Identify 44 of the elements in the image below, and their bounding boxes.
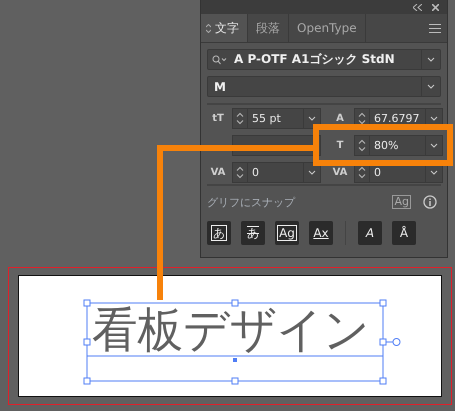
resize-handle[interactable] [380, 300, 386, 306]
field-icon: T [329, 140, 351, 151]
field-icon: VA [207, 167, 229, 178]
panel-tab[interactable]: 文字 [201, 14, 248, 42]
info-icon[interactable] [423, 195, 437, 209]
chevron-icon[interactable] [430, 170, 438, 175]
search-icon [212, 54, 228, 64]
field-icon: VA [329, 167, 351, 178]
resize-handle[interactable] [380, 338, 386, 346]
resize-handle[interactable] [380, 378, 386, 384]
number-field[interactable]: 0 [232, 162, 321, 183]
snap-label: グリフにスナップ [207, 194, 296, 210]
resize-handle[interactable] [84, 300, 90, 306]
resize-handle[interactable] [232, 300, 238, 306]
collapse-icon[interactable] [413, 4, 422, 10]
connector-handle[interactable] [386, 338, 400, 346]
glyph-button[interactable]: Ag [275, 221, 299, 245]
chevron-icon [427, 57, 435, 62]
chevron-icon[interactable] [430, 116, 438, 121]
number-field[interactable]: 80% [354, 135, 443, 156]
panel-tab[interactable]: 段落 [248, 14, 289, 42]
panel-tab[interactable]: OpenType [289, 14, 366, 42]
chevron-icon[interactable] [430, 143, 438, 148]
font-style-dropdown[interactable]: M [207, 76, 441, 97]
artboard-text: 看板デザイン [92, 307, 370, 353]
glyph-button[interactable]: Å [392, 221, 416, 245]
updown-arrows-icon [206, 24, 211, 32]
chevron-icon[interactable] [308, 170, 316, 175]
chevron-icon [427, 84, 435, 89]
field-icon: A [329, 113, 351, 124]
glyph-button[interactable]: Ax [309, 221, 333, 245]
glyph-button[interactable]: あ [207, 221, 231, 245]
number-field[interactable]: 55 pt [232, 108, 321, 129]
resize-handle[interactable] [84, 378, 90, 384]
font-family-dropdown[interactable]: A P-OTF A1ゴシック StdN [207, 49, 441, 70]
menu-icon[interactable] [429, 24, 441, 32]
glyph-button[interactable]: A [358, 221, 382, 245]
glyph-button[interactable]: あ [241, 221, 265, 245]
resize-handle[interactable] [84, 338, 90, 346]
close-icon[interactable] [432, 4, 439, 10]
field-icon: tT [207, 113, 229, 124]
center-point [233, 358, 237, 362]
resize-handle[interactable] [232, 378, 238, 384]
chevron-icon[interactable] [308, 116, 316, 121]
